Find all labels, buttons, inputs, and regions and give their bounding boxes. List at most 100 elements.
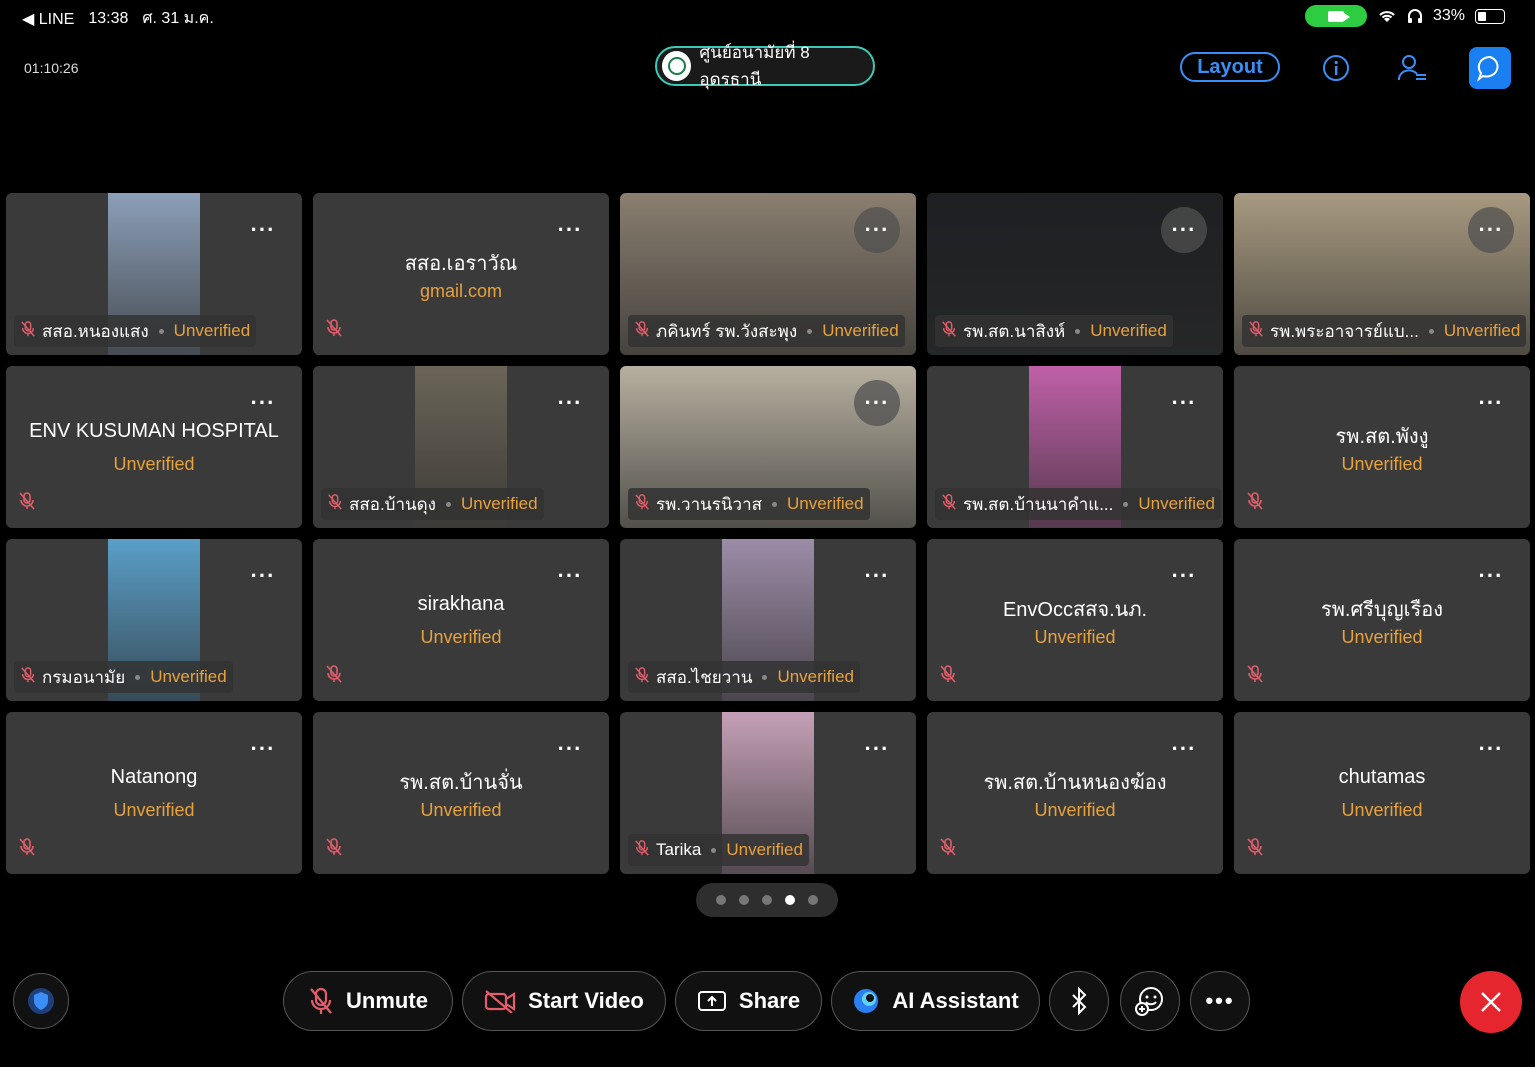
meeting-title-pill[interactable]: ศูนย์อนามัยที่ 8 อุดรธานี xyxy=(655,43,875,89)
more-dots-icon[interactable]: ··· xyxy=(240,207,286,253)
separator-dot xyxy=(135,674,141,680)
more-dots-icon[interactable]: ··· xyxy=(240,380,286,426)
participant-status: Unverified xyxy=(777,667,854,686)
participant-status: Unverified xyxy=(420,800,502,820)
participant-tile[interactable]: สสอ.ไชยวาน Unverified ··· xyxy=(620,539,916,701)
more-dots-icon[interactable]: ··· xyxy=(1468,726,1514,772)
status-left: ◀ LINE 13:38 ศ. 31 ม.ค. xyxy=(22,6,214,31)
participant-tile[interactable]: EnvOccสสจ.นภ. Unverified ··· xyxy=(927,539,1223,701)
participant-tile[interactable]: รพ.สต.พังงู Unverified ··· xyxy=(1234,366,1530,528)
participant-tile[interactable]: Tarika Unverified ··· xyxy=(620,712,916,874)
participant-tile[interactable]: รพ.ศรีบุญเรือง Unverified ··· xyxy=(1234,539,1530,701)
more-dots-icon[interactable]: ··· xyxy=(240,553,286,599)
layout-button[interactable]: Layout xyxy=(1180,52,1280,82)
page-dot[interactable] xyxy=(785,895,795,905)
more-button[interactable]: ••• xyxy=(1190,971,1250,1031)
reaction-icon xyxy=(1135,987,1163,1016)
separator-dot xyxy=(762,674,768,680)
participant-tile[interactable]: สสอ.บ้านดุง Unverified ··· xyxy=(313,366,609,528)
separator-dot xyxy=(1123,501,1129,507)
participant-name: รพ.วานรนิวาส xyxy=(656,494,762,514)
leave-meeting-button[interactable] xyxy=(1460,971,1522,1033)
page-dot[interactable] xyxy=(739,895,749,905)
participant-tile[interactable]: กรมอนามัย Unverified ··· xyxy=(6,539,302,701)
participant-tile[interactable]: สสอ.เอราวัณ gmail.com ··· xyxy=(313,193,609,355)
page-dot[interactable] xyxy=(808,895,818,905)
participant-label: รพ.วานรนิวาส Unverified xyxy=(628,488,870,520)
participant-tile[interactable]: รพ.สต.บ้านหนองฆ้อง Unverified ··· xyxy=(927,712,1223,874)
participant-status: Unverified xyxy=(1443,321,1521,340)
more-dots-icon[interactable]: ··· xyxy=(547,726,593,772)
participant-grid: สสอ.หนองแสง Unverified ··· สสอ.เอราวัณ gmail… xyxy=(6,193,1530,874)
start-video-label: Start Video xyxy=(528,988,644,1013)
participant-tile[interactable]: ENV KUSUMAN HOSPITAL Unverified ··· xyxy=(6,366,302,528)
participant-status: Unverified xyxy=(1341,454,1423,474)
back-to-app[interactable]: ◀ LINE xyxy=(22,9,74,29)
share-screen-icon xyxy=(697,991,726,1011)
mic-muted-icon xyxy=(941,320,957,343)
mic-muted-icon xyxy=(634,839,650,862)
more-dots-icon[interactable]: ··· xyxy=(1161,726,1207,772)
mic-muted-icon xyxy=(939,837,957,862)
mic-muted-icon xyxy=(1246,491,1264,516)
participant-name: รพ.สต.นาสิงห์ xyxy=(963,321,1066,341)
participant-tile[interactable]: sirakhana Unverified ··· xyxy=(313,539,609,701)
separator-dot xyxy=(711,847,717,853)
status-date: ศ. 31 ม.ค. xyxy=(142,10,214,27)
more-dots-icon[interactable]: ··· xyxy=(547,380,593,426)
separator-dot xyxy=(807,328,813,334)
security-button[interactable] xyxy=(13,973,69,1029)
more-dots-icon: ••• xyxy=(1205,988,1235,1013)
more-dots-icon[interactable]: ··· xyxy=(547,553,593,599)
more-dots-icon[interactable]: ··· xyxy=(854,726,900,772)
more-dots-icon[interactable]: ··· xyxy=(1468,380,1514,426)
meeting-timer: 01:10:26 xyxy=(24,60,79,76)
participant-name: ภคินทร์ รพ.วังสะพุง xyxy=(656,321,798,341)
participant-label: รพ.สต.นาสิงห์ Unverified xyxy=(935,315,1173,347)
more-dots-icon[interactable]: ··· xyxy=(1468,207,1514,253)
ai-assistant-button[interactable]: AI Assistant xyxy=(831,971,1040,1031)
page-dot[interactable] xyxy=(716,895,726,905)
more-dots-icon[interactable]: ··· xyxy=(240,726,286,772)
more-dots-icon[interactable]: ··· xyxy=(1161,553,1207,599)
more-dots-icon[interactable]: ··· xyxy=(854,207,900,253)
page-indicator[interactable] xyxy=(696,883,838,917)
ai-assistant-icon xyxy=(854,989,879,1013)
info-icon[interactable] xyxy=(1316,48,1356,88)
chat-icon[interactable] xyxy=(1469,47,1511,89)
participants-icon[interactable] xyxy=(1392,48,1432,88)
mic-muted-icon xyxy=(310,987,332,1014)
participant-name: Tarika xyxy=(656,840,702,859)
participant-tile[interactable]: รพ.สต.บ้านจั่น Unverified ··· xyxy=(313,712,609,874)
participant-status: Unverified xyxy=(150,667,227,686)
start-video-button[interactable]: Start Video xyxy=(462,971,666,1031)
participant-tile[interactable]: รพ.วานรนิวาส Unverified ··· xyxy=(620,366,916,528)
participant-tile[interactable]: Natanong Unverified ··· xyxy=(6,712,302,874)
mic-muted-icon xyxy=(325,318,343,343)
participant-status: Unverified xyxy=(113,800,195,820)
more-dots-icon[interactable]: ··· xyxy=(854,380,900,426)
mic-muted-icon xyxy=(20,320,36,343)
unmute-button[interactable]: Unmute xyxy=(283,971,453,1031)
participant-tile[interactable]: รพ.สต.บ้านนาคำแ... Unverified ··· xyxy=(927,366,1223,528)
separator-dot xyxy=(772,501,777,507)
more-dots-icon[interactable]: ··· xyxy=(1468,553,1514,599)
share-button[interactable]: Share xyxy=(675,971,822,1031)
bluetooth-button[interactable] xyxy=(1049,971,1109,1031)
page-dot[interactable] xyxy=(762,895,772,905)
close-icon xyxy=(1481,992,1501,1012)
participant-tile[interactable]: chutamas Unverified ··· xyxy=(1234,712,1530,874)
participant-label: Tarika Unverified xyxy=(628,834,809,866)
participant-tile[interactable]: ภคินทร์ รพ.วังสะพุง Unverified ··· xyxy=(620,193,916,355)
more-dots-icon[interactable]: ··· xyxy=(1161,207,1207,253)
participant-status: Unverified xyxy=(787,494,864,513)
participant-status: Unverified xyxy=(1034,627,1116,647)
participant-tile[interactable]: รพ.พระอาจารย์แบ... Unverified ··· xyxy=(1234,193,1530,355)
more-dots-icon[interactable]: ··· xyxy=(547,207,593,253)
more-dots-icon[interactable]: ··· xyxy=(1161,380,1207,426)
participant-tile[interactable]: รพ.สต.นาสิงห์ Unverified ··· xyxy=(927,193,1223,355)
reactions-button[interactable] xyxy=(1120,971,1180,1031)
more-dots-icon[interactable]: ··· xyxy=(854,553,900,599)
participant-name: รพ.พระอาจารย์แบ... xyxy=(1270,321,1419,341)
participant-tile[interactable]: สสอ.หนองแสง Unverified ··· xyxy=(6,193,302,355)
